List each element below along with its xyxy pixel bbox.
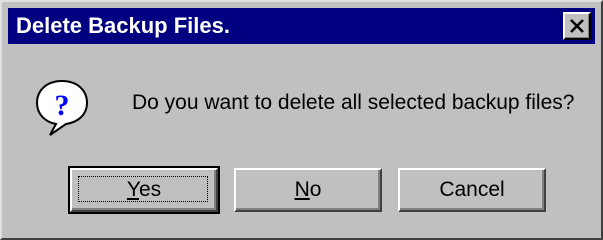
no-label: No <box>294 178 322 201</box>
close-button[interactable] <box>563 12 591 40</box>
delete-backup-dialog: Delete Backup Files. ? Do you want to de… <box>0 0 603 240</box>
svg-text:?: ? <box>55 89 70 122</box>
dialog-message: Do you want to delete all selected backu… <box>132 91 575 114</box>
yes-label: Yes <box>126 178 162 201</box>
question-icon: ? <box>35 79 89 136</box>
cancel-label: Cancel <box>439 178 505 201</box>
close-icon <box>570 19 584 33</box>
dialog-title: Delete Backup Files. <box>16 13 230 38</box>
yes-button[interactable]: Yes <box>68 166 220 214</box>
cancel-button[interactable]: Cancel <box>398 168 546 212</box>
no-button[interactable]: No <box>234 168 382 212</box>
title-bar: Delete Backup Files. <box>8 8 595 44</box>
